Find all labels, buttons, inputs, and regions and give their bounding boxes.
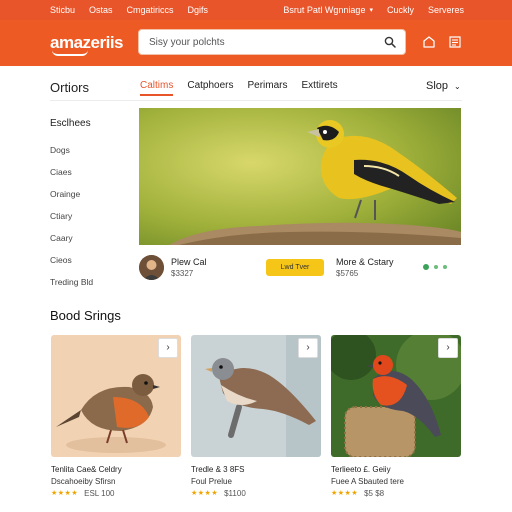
product-card[interactable]: › Terlieeto £. Geiiy Fuee A Sbauted tere… xyxy=(331,335,461,500)
sidebar-item-treding-bld[interactable]: Treding Bld xyxy=(50,277,130,299)
carousel-dot-active[interactable] xyxy=(423,264,429,270)
shop-label: Slop xyxy=(426,80,449,92)
product-subtitle: Foul Prelue xyxy=(191,477,232,486)
product-image: › xyxy=(331,335,461,457)
search-input[interactable] xyxy=(149,35,369,50)
shop-dropdown[interactable]: Slop ⌄ xyxy=(426,80,461,92)
chevron-right-icon[interactable]: › xyxy=(158,338,178,358)
tab-caltims[interactable]: Caltims xyxy=(140,80,174,96)
tab-perimars[interactable]: Perimars xyxy=(247,80,287,96)
star-rating-icon: ★★★★ xyxy=(331,490,359,497)
product-title: Terlieeto £. Geiiy xyxy=(331,465,391,474)
product-image: › xyxy=(51,335,181,457)
tab-catphoers[interactable]: Catphoers xyxy=(187,80,233,96)
top-select[interactable]: Bsrut Patl Wgnniage ▾ xyxy=(283,5,373,15)
product-meta: ★★★★ $5 $8 xyxy=(331,488,461,500)
product-subtitle: Fuee A Sbauted tere xyxy=(331,477,404,486)
hero-footer: Plew Cal $3327 Lwd Tver More & Cstary $5… xyxy=(139,253,461,283)
cart-icon[interactable] xyxy=(447,34,463,50)
category-tabs: Caltims Catphoers Perimars Exttirets xyxy=(140,80,338,96)
hero-alt-price: $5765 xyxy=(336,269,359,278)
hero-banner[interactable] xyxy=(139,108,461,245)
home-icon[interactable] xyxy=(421,34,437,50)
sidebar-item-cieos[interactable]: Cieos xyxy=(50,255,130,277)
site-logo[interactable]: amazeriis xyxy=(50,33,124,56)
star-rating-icon: ★★★★ xyxy=(51,490,79,497)
star-rating-icon: ★★★★ xyxy=(191,490,219,497)
sidebar-item-orainge[interactable]: Orainge xyxy=(50,189,130,211)
top-link[interactable]: Serveres xyxy=(428,5,464,15)
chevron-right-icon[interactable]: › xyxy=(438,338,458,358)
top-bar-left-links: Sticbu Ostas Cmgatiriccs Dgifs xyxy=(50,5,208,15)
product-price: $1100 xyxy=(224,489,246,498)
chevron-right-icon[interactable]: › xyxy=(298,338,318,358)
product-title: Tredle & 3 8FS xyxy=(191,465,245,474)
carousel-dot[interactable] xyxy=(443,265,447,269)
carousel-dots xyxy=(423,264,447,270)
carousel-dot[interactable] xyxy=(434,265,438,269)
top-select-label: Bsrut Patl Wgnniage xyxy=(283,5,366,15)
top-link[interactable]: Cuckly xyxy=(387,5,414,15)
header: amazeriis xyxy=(0,20,512,66)
chevron-down-icon: ▾ xyxy=(369,7,373,14)
sidebar-heading: Esclhees xyxy=(50,118,91,129)
section-title: Bood Srings xyxy=(50,308,121,323)
search-bar xyxy=(138,29,406,55)
hero-more-link[interactable]: More & Cstary xyxy=(336,257,394,267)
search-icon[interactable] xyxy=(384,36,396,48)
product-card[interactable]: › Tenlita Cae& Celdry Dscahoeiby Sfirsn … xyxy=(51,335,181,500)
sidebar-item-caary[interactable]: Caary xyxy=(50,233,130,255)
hero-product-price: $3327 xyxy=(171,269,194,278)
top-link[interactable]: Dgifs xyxy=(188,5,209,15)
product-price: ESL 100 xyxy=(84,489,115,498)
sidebar-title: Ortiors xyxy=(50,80,89,95)
product-title: Tenlita Cae& Celdry xyxy=(51,465,122,474)
product-image: › xyxy=(191,335,321,457)
top-link[interactable]: Sticbu xyxy=(50,5,75,15)
hero-product-name: Plew Cal xyxy=(171,257,207,267)
product-meta: ★★★★ $1100 xyxy=(191,488,321,500)
product-price: $5 $8 xyxy=(364,489,385,498)
avatar xyxy=(139,255,164,280)
divider xyxy=(50,100,462,101)
top-bar-right-links: Bsrut Patl Wgnniage ▾ Cuckly Serveres xyxy=(283,5,464,15)
sidebar-item-ciaes[interactable]: Ciaes xyxy=(50,167,130,189)
hero-bird-image xyxy=(139,108,461,245)
tab-exttirets[interactable]: Exttirets xyxy=(302,80,338,96)
top-link[interactable]: Cmgatiriccs xyxy=(127,5,174,15)
logo-smile-icon xyxy=(52,50,88,56)
top-bar: Sticbu Ostas Cmgatiriccs Dgifs Bsrut Pat… xyxy=(0,0,512,20)
sidebar-item-dogs[interactable]: Dogs xyxy=(50,145,130,167)
sidebar-item-ctiary[interactable]: Ctiary xyxy=(50,211,130,233)
hero-cta-button[interactable]: Lwd Tver xyxy=(266,259,324,276)
chevron-down-icon: ⌄ xyxy=(454,81,461,91)
product-subtitle: Dscahoeiby Sfirsn xyxy=(51,477,116,486)
sidebar: Esclhees Dogs Ciaes Orainge Ctiary Caary… xyxy=(50,118,130,299)
product-card[interactable]: › Tredle & 3 8FS Foul Prelue ★★★★ $1100 xyxy=(191,335,321,500)
product-meta: ★★★★ ESL 100 xyxy=(51,488,181,500)
top-link[interactable]: Ostas xyxy=(89,5,113,15)
